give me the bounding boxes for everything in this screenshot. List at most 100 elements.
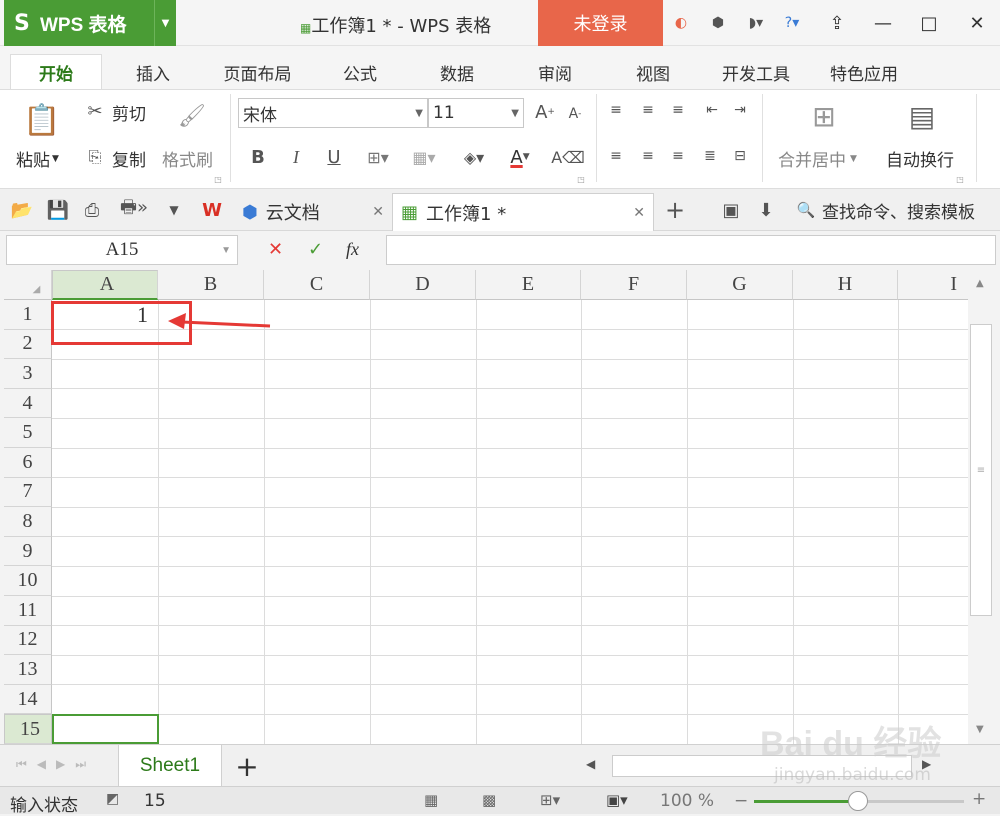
paste-button[interactable]: 粘贴 ▼ xyxy=(16,146,59,171)
row-header-11[interactable]: 11 xyxy=(4,596,52,626)
font-size-select[interactable]: 11 ▼ xyxy=(428,98,524,128)
tab-workbook1[interactable]: ▦ 工作簿1 * ✕ xyxy=(392,193,654,231)
align-bottom-icon[interactable]: ≡ xyxy=(668,100,688,120)
active-cell-a15[interactable] xyxy=(52,714,159,744)
open-folder-icon[interactable]: 📂 xyxy=(10,199,34,221)
row-header-2[interactable]: 2 xyxy=(4,329,52,360)
column-header-a[interactable]: A xyxy=(52,270,158,300)
close-icon[interactable]: ✕ xyxy=(633,205,645,221)
cell-style-icon[interactable]: ▦▾ xyxy=(404,144,444,170)
indent-decrease-icon[interactable]: ⇤ xyxy=(702,100,722,120)
scroll-down-icon[interactable]: ▼ xyxy=(976,724,984,735)
tab-view[interactable]: 视图 xyxy=(618,54,688,90)
zoom-out-icon[interactable]: − xyxy=(734,791,748,811)
save-icon[interactable]: 💾 xyxy=(46,199,70,221)
column-header-h[interactable]: H xyxy=(793,270,898,300)
underline-button[interactable]: U xyxy=(324,144,344,170)
font-launcher-icon[interactable]: ◳ xyxy=(576,174,586,184)
row-header-3[interactable]: 3 xyxy=(4,359,52,389)
font-grow-icon[interactable]: A + xyxy=(534,100,556,124)
italic-button[interactable]: I xyxy=(286,144,306,170)
format-painter-button[interactable]: 格式刷 xyxy=(162,146,213,171)
row-header-10[interactable]: 10 xyxy=(4,566,52,596)
column-header-c[interactable]: C xyxy=(264,270,370,300)
column-header-e[interactable]: E xyxy=(476,270,581,300)
alignment-launcher-icon[interactable]: ◳ xyxy=(955,174,965,184)
tab-data[interactable]: 数据 xyxy=(422,54,492,90)
minimize-button[interactable]: — xyxy=(868,8,898,38)
column-header-d[interactable]: D xyxy=(370,270,476,300)
chevron-down-icon[interactable]: ▼ xyxy=(164,199,184,221)
font-shrink-icon[interactable]: A- xyxy=(564,102,586,126)
tab-developer[interactable]: 开发工具 xyxy=(710,54,802,90)
tab-review[interactable]: 审阅 xyxy=(520,54,590,90)
column-header-b[interactable]: B xyxy=(158,270,264,300)
distribute-icon[interactable]: ⊟ xyxy=(730,146,750,166)
print-icon[interactable]: 🖶» xyxy=(114,197,154,221)
formula-input[interactable] xyxy=(386,235,996,265)
row-header-5[interactable]: 5 xyxy=(4,418,52,448)
sheet-tab-sheet1[interactable]: Sheet1 xyxy=(118,745,222,787)
align-middle-icon[interactable]: ≡ xyxy=(638,100,658,120)
reading-mode-icon[interactable]: ▣▾ xyxy=(606,791,628,809)
vertical-scrollbar[interactable]: ▲ ≡ ▼ xyxy=(968,270,996,744)
row-header-1[interactable]: 1 xyxy=(4,300,52,330)
align-left-icon[interactable]: ≡ xyxy=(606,146,626,166)
cut-button[interactable]: 剪切 xyxy=(112,100,146,125)
horizontal-scrollbar[interactable] xyxy=(612,755,912,777)
new-tab-button[interactable]: + xyxy=(662,196,688,224)
wps-home-icon[interactable]: W xyxy=(198,199,226,221)
macro-icon[interactable]: ◩ xyxy=(106,791,119,807)
row-header-9[interactable]: 9 xyxy=(4,536,52,567)
row-header-13[interactable]: 13 xyxy=(4,655,52,685)
page-break-view-icon[interactable]: ▩ xyxy=(482,791,496,809)
merge-center-button[interactable]: 合并居中 ▼ xyxy=(778,146,857,171)
command-search[interactable]: 查找命令、搜索模板 xyxy=(822,197,975,223)
sheet-nav-icon[interactable]: ⏮◀▶⏭ xyxy=(16,757,96,772)
confirm-icon[interactable]: ✓ xyxy=(308,239,323,260)
skin-icon[interactable]: ◐ xyxy=(671,13,691,33)
select-all-corner[interactable]: ◢ xyxy=(4,270,52,300)
scroll-right-icon[interactable]: ▶ xyxy=(922,757,931,771)
indent-increase-icon[interactable]: ⇥ xyxy=(730,100,750,120)
maximize-button[interactable]: □ xyxy=(914,8,944,38)
border-icon[interactable]: ⊞▾ xyxy=(360,144,396,170)
column-header-f[interactable]: F xyxy=(581,270,687,300)
font-color-icon[interactable]: A ▼ xyxy=(500,144,540,170)
restore-ribbon-icon[interactable]: ⇪ xyxy=(822,8,852,38)
row-header-4[interactable]: 4 xyxy=(4,388,52,419)
align-top-icon[interactable]: ≡ xyxy=(606,100,626,120)
present-icon[interactable]: ▣ xyxy=(720,199,742,221)
copy-button[interactable]: 复制 xyxy=(112,146,146,171)
inbox-icon[interactable]: ⬇ xyxy=(754,199,778,221)
zoom-in-icon[interactable]: + xyxy=(972,789,986,809)
close-icon[interactable]: ✕ xyxy=(372,204,384,220)
chevron-down-icon[interactable]: ▼ xyxy=(154,0,176,46)
justify-icon[interactable]: ≣ xyxy=(700,146,720,166)
clear-format-icon[interactable]: A⌫ xyxy=(548,144,588,170)
export-pdf-icon[interactable]: ⎙ xyxy=(80,199,104,221)
normal-view-icon[interactable]: ▦ xyxy=(424,791,438,809)
row-header-7[interactable]: 7 xyxy=(4,477,52,508)
layout-view-icon[interactable]: ⊞▾ xyxy=(540,791,560,809)
name-box[interactable]: A15 ▼ xyxy=(6,235,238,265)
spreadsheet-grid[interactable]: ◢ A B C D E F G H I 1 2 3 4 5 6 7 8 9 10… xyxy=(4,270,968,744)
close-button[interactable]: ✕ xyxy=(962,8,992,38)
cancel-icon[interactable]: ✕ xyxy=(268,239,283,260)
tab-page-layout[interactable]: 页面布局 xyxy=(210,54,305,90)
paste-icon[interactable]: 📋 xyxy=(22,100,62,140)
row-header-15[interactable]: 15 xyxy=(4,714,52,744)
help-icon[interactable]: ?▾ xyxy=(778,13,806,33)
zoom-slider-thumb[interactable] xyxy=(848,791,868,811)
row-header-14[interactable]: 14 xyxy=(4,684,52,715)
login-button[interactable]: 未登录 xyxy=(538,0,663,46)
column-header-i[interactable]: I xyxy=(898,270,968,300)
tab-formulas[interactable]: 公式 xyxy=(325,54,395,90)
scroll-up-icon[interactable]: ▲ xyxy=(976,278,984,289)
tab-home[interactable]: 开始 xyxy=(10,54,102,90)
settings-icon[interactable]: ⬢ xyxy=(708,13,728,33)
align-center-icon[interactable]: ≡ xyxy=(638,146,658,166)
scroll-left-icon[interactable]: ◀ xyxy=(586,757,595,771)
tab-cloud-docs[interactable]: ⬢ 云文档 ✕ xyxy=(236,193,388,231)
tab-special[interactable]: 特色应用 xyxy=(818,54,910,90)
